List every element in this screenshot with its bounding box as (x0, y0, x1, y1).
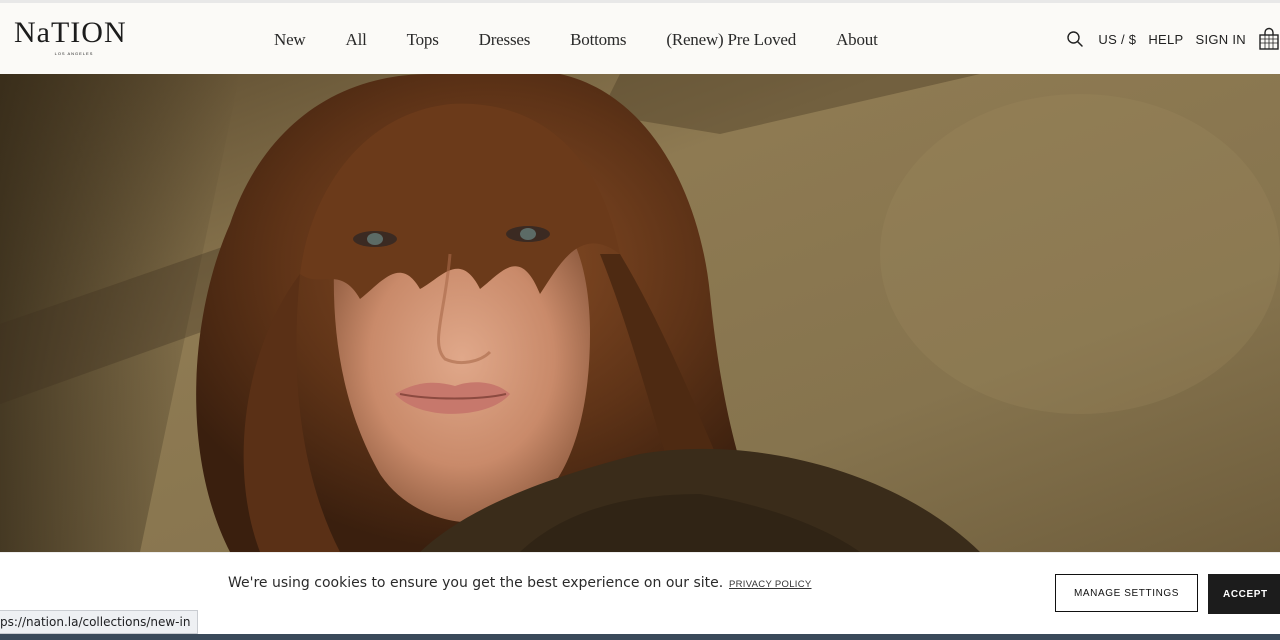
nav-item-about[interactable]: About (836, 30, 878, 50)
privacy-policy-link[interactable]: PRIVACY POLICY (729, 579, 812, 590)
nav-item-renew-pre-loved[interactable]: (Renew) Pre Loved (666, 30, 796, 50)
logo-wordmark: NaTION (14, 16, 127, 49)
main-nav: New All Tops Dresses Bottoms (Renew) Pre… (274, 28, 878, 52)
shopping-bag-icon[interactable] (1258, 27, 1280, 51)
page: NaTION LOS ANGELES New All Tops Dresses … (0, 0, 1280, 640)
nav-item-all[interactable]: All (346, 30, 367, 50)
utility-nav: US / $ HELP SIGN IN (1066, 25, 1280, 53)
cookie-message: We're using cookies to ensure you get th… (228, 575, 724, 591)
nav-item-tops[interactable]: Tops (407, 30, 439, 50)
site-header: NaTION LOS ANGELES New All Tops Dresses … (0, 3, 1280, 74)
hero-image (0, 74, 1280, 552)
taskbar-edge (0, 634, 1280, 640)
nav-item-bottoms[interactable]: Bottoms (570, 30, 626, 50)
sign-in-link[interactable]: SIGN IN (1196, 32, 1247, 47)
accept-button[interactable]: ACCEPT (1208, 574, 1280, 614)
search-icon[interactable] (1066, 30, 1084, 48)
status-bar-url: ps://nation.la/collections/new-in (0, 610, 199, 634)
hero-banner[interactable] (0, 74, 1280, 552)
nav-item-dresses[interactable]: Dresses (479, 30, 531, 50)
help-link[interactable]: HELP (1148, 32, 1183, 47)
currency-selector[interactable]: US / $ (1098, 32, 1136, 47)
nav-item-new[interactable]: New (274, 30, 306, 50)
logo[interactable]: NaTION LOS ANGELES (14, 18, 134, 58)
logo-subtitle: LOS ANGELES (54, 51, 94, 56)
manage-settings-button[interactable]: MANAGE SETTINGS (1055, 574, 1198, 612)
